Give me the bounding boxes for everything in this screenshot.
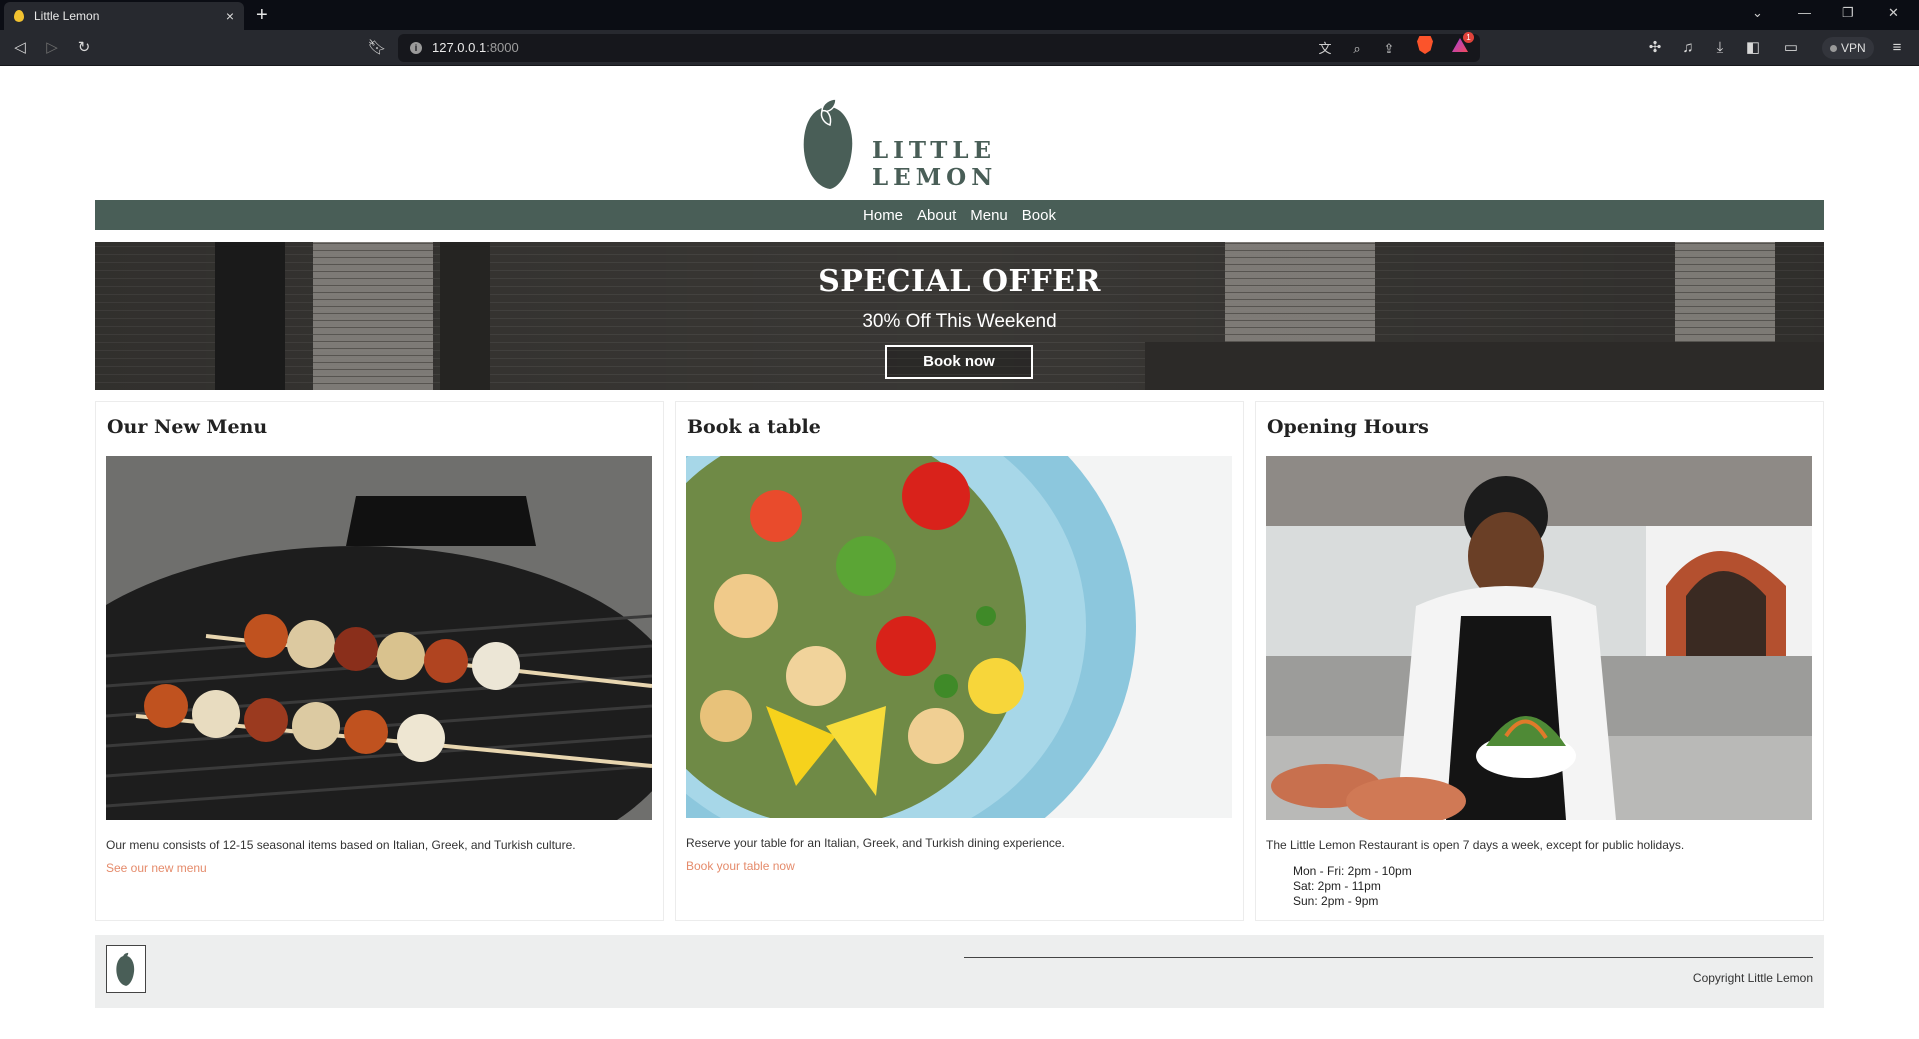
site-info-icon[interactable]: i	[410, 42, 422, 54]
media-icon[interactable]: ♫	[1678, 38, 1698, 58]
card-text: The Little Lemon Restaurant is open 7 da…	[1266, 838, 1685, 852]
vpn-label: VPN	[1841, 41, 1866, 55]
lemon-logo-icon	[803, 98, 853, 189]
vpn-button[interactable]: VPN	[1822, 37, 1874, 59]
nav-item-home[interactable]: Home	[863, 207, 903, 224]
lemon-logo-icon	[116, 952, 135, 986]
extensions-icon[interactable]: ✣	[1645, 38, 1665, 58]
hero-banner: SPECIAL OFFER 30% Off This Weekend Book …	[95, 242, 1824, 390]
wallet-icon[interactable]: ▭	[1781, 38, 1801, 58]
restore-icon[interactable]: ❐	[1842, 5, 1854, 21]
new-tab-button[interactable]: +	[256, 3, 268, 27]
url-port: :8000	[486, 40, 519, 55]
card-opening-hours: Opening Hours The Little Lemon Restauran…	[1255, 401, 1824, 921]
book-table-link[interactable]: Book your table now	[686, 859, 795, 873]
nav-item-book[interactable]: Book	[1022, 207, 1056, 224]
minimize-icon[interactable]: —	[1798, 5, 1811, 20]
card-book-table: Book a table Reserve your table for an I…	[675, 401, 1244, 921]
vpn-status-icon	[1830, 45, 1837, 52]
lemon-favicon-icon	[14, 10, 24, 22]
forward-icon[interactable]: ▷	[42, 38, 62, 58]
reload-icon[interactable]: ↻	[74, 38, 94, 58]
hours-saturday: Sat: 2pm - 11pm	[1293, 879, 1381, 893]
book-now-button[interactable]: Book now	[885, 345, 1033, 379]
kebab-photo	[106, 456, 652, 820]
opening-hours-list: Mon - Fri: 2pm - 10pm Sat: 2pm - 11pm Su…	[1293, 864, 1412, 909]
hero-title: SPECIAL OFFER	[818, 264, 1101, 299]
site-logo[interactable]: LITTLE LEMON	[800, 97, 1130, 191]
window-close-icon[interactable]: ✕	[1888, 5, 1899, 21]
address-bar[interactable]: i 127.0.0.1:8000 文 ⌕ ⇪	[398, 34, 1480, 62]
card-text: Our menu consists of 12-15 seasonal item…	[106, 838, 576, 852]
url-host: 127.0.0.1	[432, 40, 487, 55]
nav-item-menu[interactable]: Menu	[970, 207, 1008, 224]
download-icon[interactable]: ⤓	[1710, 38, 1730, 58]
footer-logo[interactable]	[106, 945, 146, 993]
browser-tabstrip: Little Lemon × + ⌄ — ❐ ✕	[0, 0, 1919, 30]
card-new-menu: Our New Menu Our menu consists of 12-15 …	[95, 401, 664, 921]
translate-icon[interactable]: 文	[1316, 40, 1334, 58]
sidebar-icon[interactable]: ◧	[1743, 38, 1763, 58]
browser-toolbar: ◁ ▷ ↻ 🔖︎ i 127.0.0.1:8000 文 ⌕ ⇪ 1 ✣ ♫ ⤓ …	[0, 30, 1919, 66]
hours-sunday: Sun: 2pm - 9pm	[1293, 894, 1379, 908]
bookmark-icon[interactable]: 🔖︎	[367, 38, 387, 58]
hero-counter-image	[1145, 342, 1824, 390]
card-title: Opening Hours	[1267, 416, 1429, 438]
hero-subtitle: 30% Off This Weekend	[862, 311, 1057, 332]
browser-tab[interactable]: Little Lemon ×	[4, 2, 244, 30]
url-text[interactable]: 127.0.0.1:8000	[432, 40, 519, 55]
card-title: Book a table	[687, 416, 821, 438]
salad-photo	[686, 456, 1232, 818]
menu-icon[interactable]: ≡	[1887, 38, 1907, 58]
back-icon[interactable]: ◁	[10, 38, 30, 58]
footer-divider	[964, 957, 1813, 958]
tab-search-chevron-icon[interactable]: ⌄	[1752, 5, 1763, 21]
page: LITTLE LEMON Home About Menu Book SPECIA…	[0, 67, 1919, 1039]
rewards-badge: 1	[1463, 32, 1474, 43]
chef-photo	[1266, 456, 1812, 820]
site-footer: Copyright Little Lemon	[95, 935, 1824, 1008]
hours-weekdays: Mon - Fri: 2pm - 10pm	[1293, 864, 1412, 878]
brand-name: LITTLE LEMON	[872, 137, 998, 191]
zoom-icon[interactable]: ⌕	[1348, 40, 1366, 58]
share-icon[interactable]: ⇪	[1380, 40, 1398, 58]
card-title: Our New Menu	[107, 416, 268, 438]
main-nav: Home About Menu Book	[95, 200, 1824, 230]
copyright-text: Copyright Little Lemon	[1692, 971, 1813, 985]
tab-close-icon[interactable]: ×	[226, 8, 234, 24]
tab-title: Little Lemon	[34, 9, 100, 23]
card-text: Reserve your table for an Italian, Greek…	[686, 836, 1065, 850]
see-new-menu-link[interactable]: See our new menu	[106, 861, 207, 875]
nav-item-about[interactable]: About	[917, 207, 956, 224]
